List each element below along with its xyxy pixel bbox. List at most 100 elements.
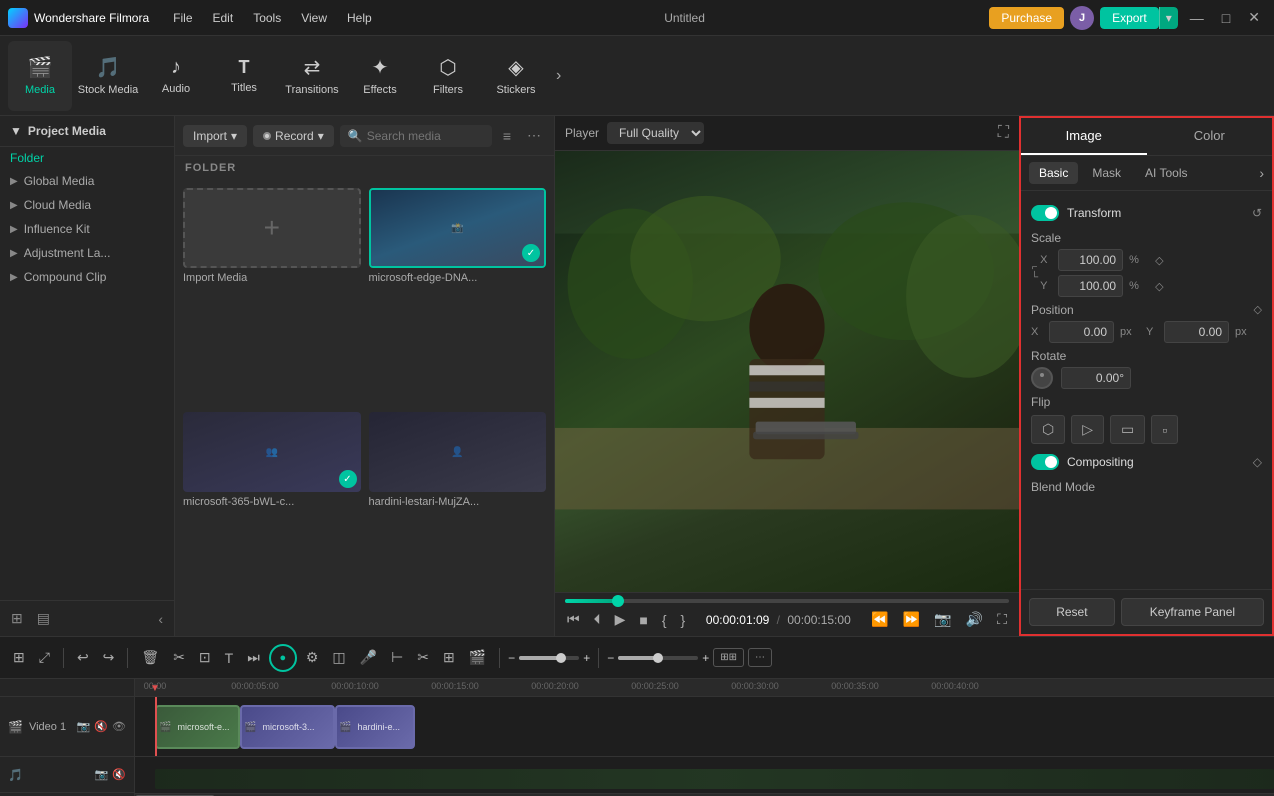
mask-button[interactable]: ◫ bbox=[327, 646, 350, 669]
stop-button[interactable]: ■ bbox=[637, 610, 649, 630]
transform-toggle[interactable] bbox=[1031, 205, 1059, 221]
position-x-input[interactable] bbox=[1049, 321, 1114, 343]
zoom-button[interactable]: ⛶ bbox=[995, 609, 1009, 630]
clip-button[interactable]: ⊞ bbox=[438, 646, 460, 669]
more-options-button[interactable]: ⋯ bbox=[748, 648, 772, 667]
subtab-basic[interactable]: Basic bbox=[1029, 162, 1078, 184]
list-view-button[interactable]: ▤ bbox=[32, 607, 55, 630]
media-thumbnail[interactable]: 👤 bbox=[369, 412, 547, 492]
tab-color[interactable]: Color bbox=[1147, 118, 1273, 155]
track-mute-icon[interactable]: 🔇 bbox=[94, 720, 108, 733]
list-item[interactable]: + Import Media bbox=[183, 188, 361, 404]
export-button[interactable]: Export bbox=[1100, 7, 1159, 29]
playhead[interactable] bbox=[155, 697, 157, 756]
menu-edit[interactable]: Edit bbox=[205, 9, 242, 27]
scissor-button[interactable]: ✂ bbox=[412, 646, 434, 669]
speed-control[interactable]: ● bbox=[269, 644, 297, 672]
fullscreen-button[interactable]: ⛶ bbox=[998, 124, 1009, 142]
audio-mute-icon[interactable]: 🔇 bbox=[112, 768, 126, 781]
subtab-mask[interactable]: Mask bbox=[1082, 162, 1131, 184]
scale-x-reset-button[interactable]: ◇ bbox=[1155, 254, 1163, 267]
import-media-thumb[interactable]: + bbox=[183, 188, 361, 268]
grid-view-button[interactable]: ⊞⊞ bbox=[713, 648, 744, 667]
user-avatar[interactable]: J bbox=[1070, 6, 1094, 30]
scale-y-reset-button[interactable]: ◇ bbox=[1155, 280, 1163, 293]
next-clip-button[interactable]: ⏩ bbox=[901, 609, 922, 630]
scale-link-icon[interactable]: ⌐ └ bbox=[1031, 263, 1038, 283]
sidebar-item-cloud-media[interactable]: ▶ Cloud Media bbox=[0, 193, 174, 217]
compositing-reset-icon[interactable]: ◇ bbox=[1253, 455, 1262, 469]
delete-button[interactable]: 🗑 bbox=[136, 646, 164, 669]
rotate-knob[interactable] bbox=[1031, 367, 1053, 389]
menu-tools[interactable]: Tools bbox=[245, 9, 289, 27]
subtab-ai-tools[interactable]: AI Tools bbox=[1135, 162, 1197, 184]
scale-x-input[interactable] bbox=[1058, 249, 1123, 271]
settings-button[interactable]: ⚙ bbox=[301, 646, 324, 669]
rotate-input[interactable] bbox=[1061, 367, 1131, 389]
toolbar-more-button[interactable]: › bbox=[552, 63, 565, 89]
transform-reset-icon[interactable]: ↺ bbox=[1252, 206, 1262, 220]
toolbar-media[interactable]: 🎬 Media bbox=[8, 41, 72, 111]
maximize-button[interactable]: □ bbox=[1216, 8, 1236, 28]
video-clip-2[interactable]: 🎬 microsoft-3... bbox=[240, 705, 335, 749]
volume-plus-icon[interactable]: + bbox=[583, 651, 590, 665]
video-clip-3[interactable]: 🎬 hardini-e... bbox=[335, 705, 415, 749]
sidebar-item-influence-kit[interactable]: ▶ Influence Kit bbox=[0, 217, 174, 241]
new-folder-button[interactable]: ⊞ bbox=[6, 607, 28, 630]
cut-button[interactable]: ✂ bbox=[168, 646, 190, 669]
more-options-icon[interactable]: ⋯ bbox=[522, 124, 546, 147]
snapshot-button[interactable]: 📷 bbox=[932, 609, 953, 630]
volume-slider[interactable] bbox=[519, 656, 579, 660]
audio-camera-icon[interactable]: 📷 bbox=[95, 768, 109, 781]
collapse-left-button[interactable]: ‹ bbox=[153, 607, 168, 630]
volume-button[interactable]: 🔊 bbox=[964, 609, 985, 630]
export-dropdown-arrow[interactable]: ▾ bbox=[1159, 7, 1178, 29]
mark-in-button[interactable]: { bbox=[660, 610, 669, 630]
menu-view[interactable]: View bbox=[293, 9, 335, 27]
import-button[interactable]: Import ▾ bbox=[183, 125, 247, 147]
zoom-in-icon[interactable]: + bbox=[702, 651, 709, 665]
timeline-track-area[interactable]: 00:00 00:00:05:00 00:00:10:00 00:00:15:0… bbox=[135, 679, 1274, 796]
project-media-header[interactable]: ▼ Project Media bbox=[0, 116, 174, 147]
toolbar-filters[interactable]: ⬡ Filters bbox=[416, 41, 480, 111]
toolbar-audio[interactable]: ♪ Audio bbox=[144, 41, 208, 111]
quality-select[interactable]: Full Quality bbox=[607, 122, 704, 144]
subtab-more-icon[interactable]: › bbox=[1259, 165, 1264, 181]
menu-help[interactable]: Help bbox=[339, 9, 380, 27]
mark-out-button[interactable]: } bbox=[679, 610, 688, 630]
toolbar-stickers[interactable]: ◈ Stickers bbox=[484, 41, 548, 111]
toolbar-effects[interactable]: ✦ Effects bbox=[348, 41, 412, 111]
toolbar-stock-media[interactable]: 🎵 Stock Media bbox=[76, 41, 140, 111]
step-back-button[interactable]: ⏴ bbox=[592, 609, 603, 630]
progress-thumb[interactable] bbox=[612, 595, 624, 607]
compositing-toggle[interactable] bbox=[1031, 454, 1059, 470]
text-button[interactable]: T bbox=[220, 647, 239, 669]
filter-icon[interactable]: ≡ bbox=[498, 125, 516, 147]
prev-clip-button[interactable]: ⏪ bbox=[869, 609, 890, 630]
position-reset-button[interactable]: ◇ bbox=[1254, 303, 1262, 316]
zoom-out-icon[interactable]: − bbox=[607, 651, 614, 665]
search-box[interactable]: 🔍 bbox=[340, 125, 492, 147]
audio-button[interactable]: 🎤 bbox=[355, 646, 382, 669]
forward-button[interactable]: ⏭ bbox=[242, 646, 265, 669]
redo-button[interactable]: ↪ bbox=[98, 646, 120, 669]
scale-y-input[interactable] bbox=[1058, 275, 1123, 297]
flip-vertical-button[interactable]: ▷ bbox=[1071, 415, 1104, 444]
list-item[interactable]: 👤 hardini-lestari-MujZA... bbox=[369, 412, 547, 628]
flip-copy-button[interactable]: ▭ bbox=[1110, 415, 1145, 444]
flip-horizontal-button[interactable]: ⬡ bbox=[1031, 415, 1065, 444]
skip-to-start-button[interactable]: ⏮ bbox=[565, 609, 582, 630]
close-button[interactable]: ✕ bbox=[1242, 7, 1266, 28]
keyframe-panel-button[interactable]: Keyframe Panel bbox=[1121, 598, 1264, 626]
sidebar-item-compound-clip[interactable]: ▶ Compound Clip bbox=[0, 265, 174, 289]
tab-image[interactable]: Image bbox=[1021, 118, 1147, 155]
position-y-input[interactable] bbox=[1164, 321, 1229, 343]
media-thumbnail[interactable]: 📸 ✓ bbox=[369, 188, 547, 268]
undo-button[interactable]: ↩ bbox=[72, 646, 94, 669]
split-button[interactable]: ⊢ bbox=[386, 646, 408, 669]
record-button[interactable]: Record ▾ bbox=[253, 125, 334, 147]
track-eye-icon[interactable]: 👁 bbox=[112, 720, 126, 733]
flip-reset-button[interactable]: ▫ bbox=[1151, 415, 1178, 444]
play-button[interactable]: ▶ bbox=[613, 609, 628, 630]
list-item[interactable]: 📸 ✓ microsoft-edge-DNA... bbox=[369, 188, 547, 404]
